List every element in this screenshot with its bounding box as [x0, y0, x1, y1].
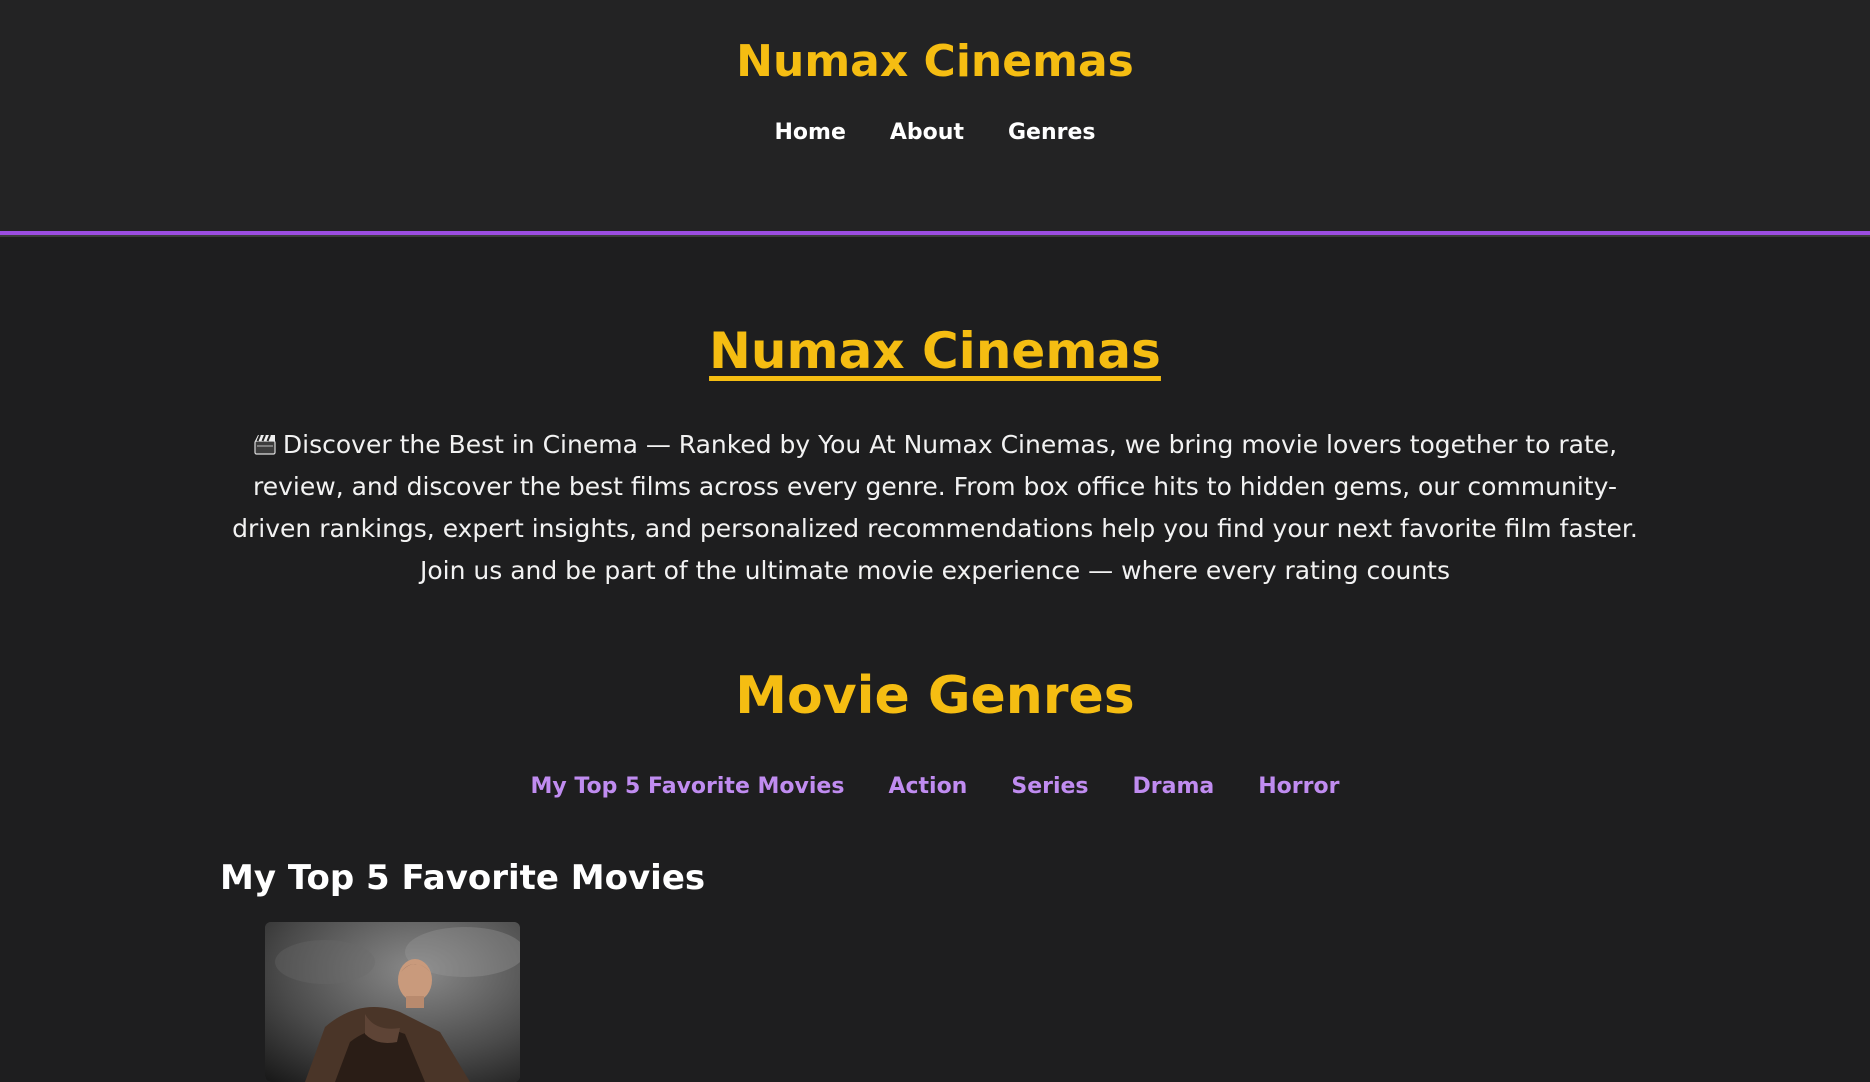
nav-genres-link[interactable]: Genres	[1008, 120, 1096, 145]
intro-paragraph: Discover the Best in Cinema — Ranked by …	[220, 424, 1650, 592]
site-header: Numax Cinemas Home About Genres	[0, 0, 1870, 235]
top-nav: Home About Genres	[0, 120, 1870, 145]
section-heading-top5: My Top 5 Favorite Movies	[220, 858, 706, 898]
genre-link-horror[interactable]: Horror	[1258, 774, 1339, 799]
intro-text: Discover the Best in Cinema — Ranked by …	[232, 430, 1638, 585]
genre-link-series[interactable]: Series	[1011, 774, 1088, 799]
genres-title: Movie Genres	[735, 666, 1135, 726]
genre-link-action[interactable]: Action	[888, 774, 967, 799]
movie-poster[interactable]	[265, 922, 520, 1082]
nav-home-link[interactable]: Home	[775, 120, 846, 145]
hero-title: Numax Cinemas	[709, 322, 1161, 380]
genre-nav: My Top 5 Favorite Movies Action Series D…	[0, 774, 1870, 799]
site-logo[interactable]: Numax Cinemas	[0, 36, 1870, 87]
poster-image	[265, 922, 520, 1082]
clapperboard-icon	[254, 434, 276, 455]
genre-link-drama[interactable]: Drama	[1133, 774, 1215, 799]
nav-about-link[interactable]: About	[890, 120, 964, 145]
genre-link-top5[interactable]: My Top 5 Favorite Movies	[531, 774, 845, 799]
